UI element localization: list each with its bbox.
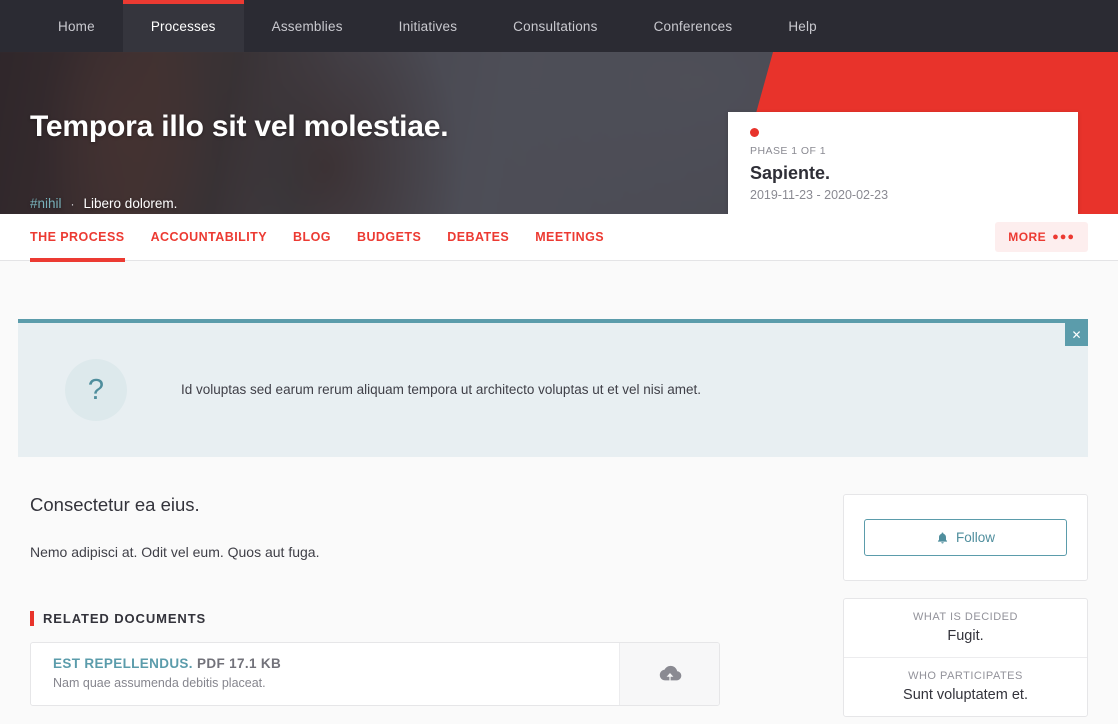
announcement-text: Id voluptas sed earum rerum aliquam temp… [181,380,741,401]
nav-item-label: Consultations [513,19,597,34]
document-title: EST REPELLENDUS. PDF 17.1 KB [53,656,597,671]
process-metadata-card: WHAT IS DECIDED Fugit. WHO PARTICIPATES … [843,598,1088,717]
sidebar: Follow WHAT IS DECIDED Fugit. WHO PARTIC… [843,494,1088,717]
document-info: EST REPELLENDUS. PDF 17.1 KB Nam quae as… [31,643,619,705]
nav-item-label: Processes [151,19,216,34]
section-paragraph: Nemo adipisci at. Odit vel eum. Quos aut… [30,541,823,563]
nav-item-label: Conferences [654,19,733,34]
phase-dates: 2019-11-23 - 2020-02-23 [750,188,1056,202]
hero-banner: Tempora illo sit vel molestiae. #nihil ·… [0,52,1118,214]
hero-meta: #nihil · Libero dolorem. [30,196,177,211]
tab-label: MEETINGS [535,230,604,244]
more-button-label: MORE [1008,230,1046,244]
phase-step-label: PHASE 1 OF 1 [750,145,1056,157]
follow-card: Follow [843,494,1088,581]
bell-icon [936,531,949,545]
metadata-value: Fugit. [858,628,1073,644]
nav-item-help[interactable]: Help [760,0,845,52]
hero-subtitle: Libero dolorem. [84,196,178,211]
follow-button[interactable]: Follow [864,519,1067,556]
document-meta: PDF 17.1 KB [197,656,281,671]
tab-debates[interactable]: DEBATES [447,214,509,261]
metadata-value: Sunt voluptatem et. [858,687,1073,703]
tab-meetings[interactable]: MEETINGS [535,214,604,261]
tab-label: THE PROCESS [30,230,125,244]
document-card[interactable]: EST REPELLENDUS. PDF 17.1 KB Nam quae as… [30,642,720,706]
follow-wrapper: Follow [844,495,1087,580]
metadata-label: WHAT IS DECIDED [858,611,1073,623]
nav-item-assemblies[interactable]: Assemblies [244,0,371,52]
ellipsis-icon: ●●● [1052,231,1075,243]
main-column: Consectetur ea eius. Nemo adipisci at. O… [18,494,823,717]
metadata-row-who-participates: WHO PARTICIPATES Sunt voluptatem et. [844,658,1087,716]
page-body: ✕ ? Id voluptas sed earum rerum aliquam … [0,319,1118,724]
nav-item-processes[interactable]: Processes [123,0,244,52]
process-tabbar: THE PROCESS ACCOUNTABILITY BLOG BUDGETS … [0,214,1118,261]
more-button[interactable]: MORE ●●● [995,222,1088,252]
cloud-download-icon [657,663,683,685]
nav-item-consultations[interactable]: Consultations [485,0,625,52]
phase-name: Sapiente. [750,163,1056,184]
metadata-label: WHO PARTICIPATES [858,670,1073,682]
tab-accountability[interactable]: ACCOUNTABILITY [151,214,267,261]
main-navigation: Home Processes Assemblies Initiatives Co… [0,0,1118,52]
announcement-banner: ✕ ? Id voluptas sed earum rerum aliquam … [18,319,1088,457]
tab-blog[interactable]: BLOG [293,214,331,261]
tab-the-process[interactable]: THE PROCESS [30,214,125,261]
tab-label: ACCOUNTABILITY [151,230,267,244]
nav-item-home[interactable]: Home [30,0,123,52]
hero-separator: · [71,197,75,211]
nav-left-spacer [0,0,30,52]
metadata-row-what-is-decided: WHAT IS DECIDED Fugit. [844,599,1087,658]
page-title: Tempora illo sit vel molestiae. [30,110,448,144]
section-heading: Consectetur ea eius. [30,494,823,516]
document-description: Nam quae assumenda debitis placeat. [53,676,597,690]
nav-item-label: Initiatives [399,19,457,34]
tab-label: DEBATES [447,230,509,244]
nav-item-initiatives[interactable]: Initiatives [371,0,485,52]
nav-item-conferences[interactable]: Conferences [626,0,761,52]
follow-button-label: Follow [956,530,995,545]
content-columns: Consectetur ea eius. Nemo adipisci at. O… [18,457,1088,717]
hero-hashtag[interactable]: #nihil [30,196,62,211]
section-accent-bar [30,611,34,626]
phase-status-dot-icon [750,128,759,137]
tab-label: BUDGETS [357,230,421,244]
phase-card: PHASE 1 OF 1 Sapiente. 2019-11-23 - 2020… [728,112,1078,214]
document-download-button[interactable] [619,643,719,705]
related-documents-heading: RELATED DOCUMENTS [30,611,823,626]
document-name[interactable]: EST REPELLENDUS. [53,656,193,671]
tab-budgets[interactable]: BUDGETS [357,214,421,261]
related-documents-label: RELATED DOCUMENTS [43,611,206,626]
nav-item-label: Help [788,19,817,34]
nav-item-label: Assemblies [272,19,343,34]
close-icon[interactable]: ✕ [1065,323,1088,346]
nav-item-label: Home [58,19,95,34]
question-mark-icon: ? [65,359,127,421]
tab-label: BLOG [293,230,331,244]
